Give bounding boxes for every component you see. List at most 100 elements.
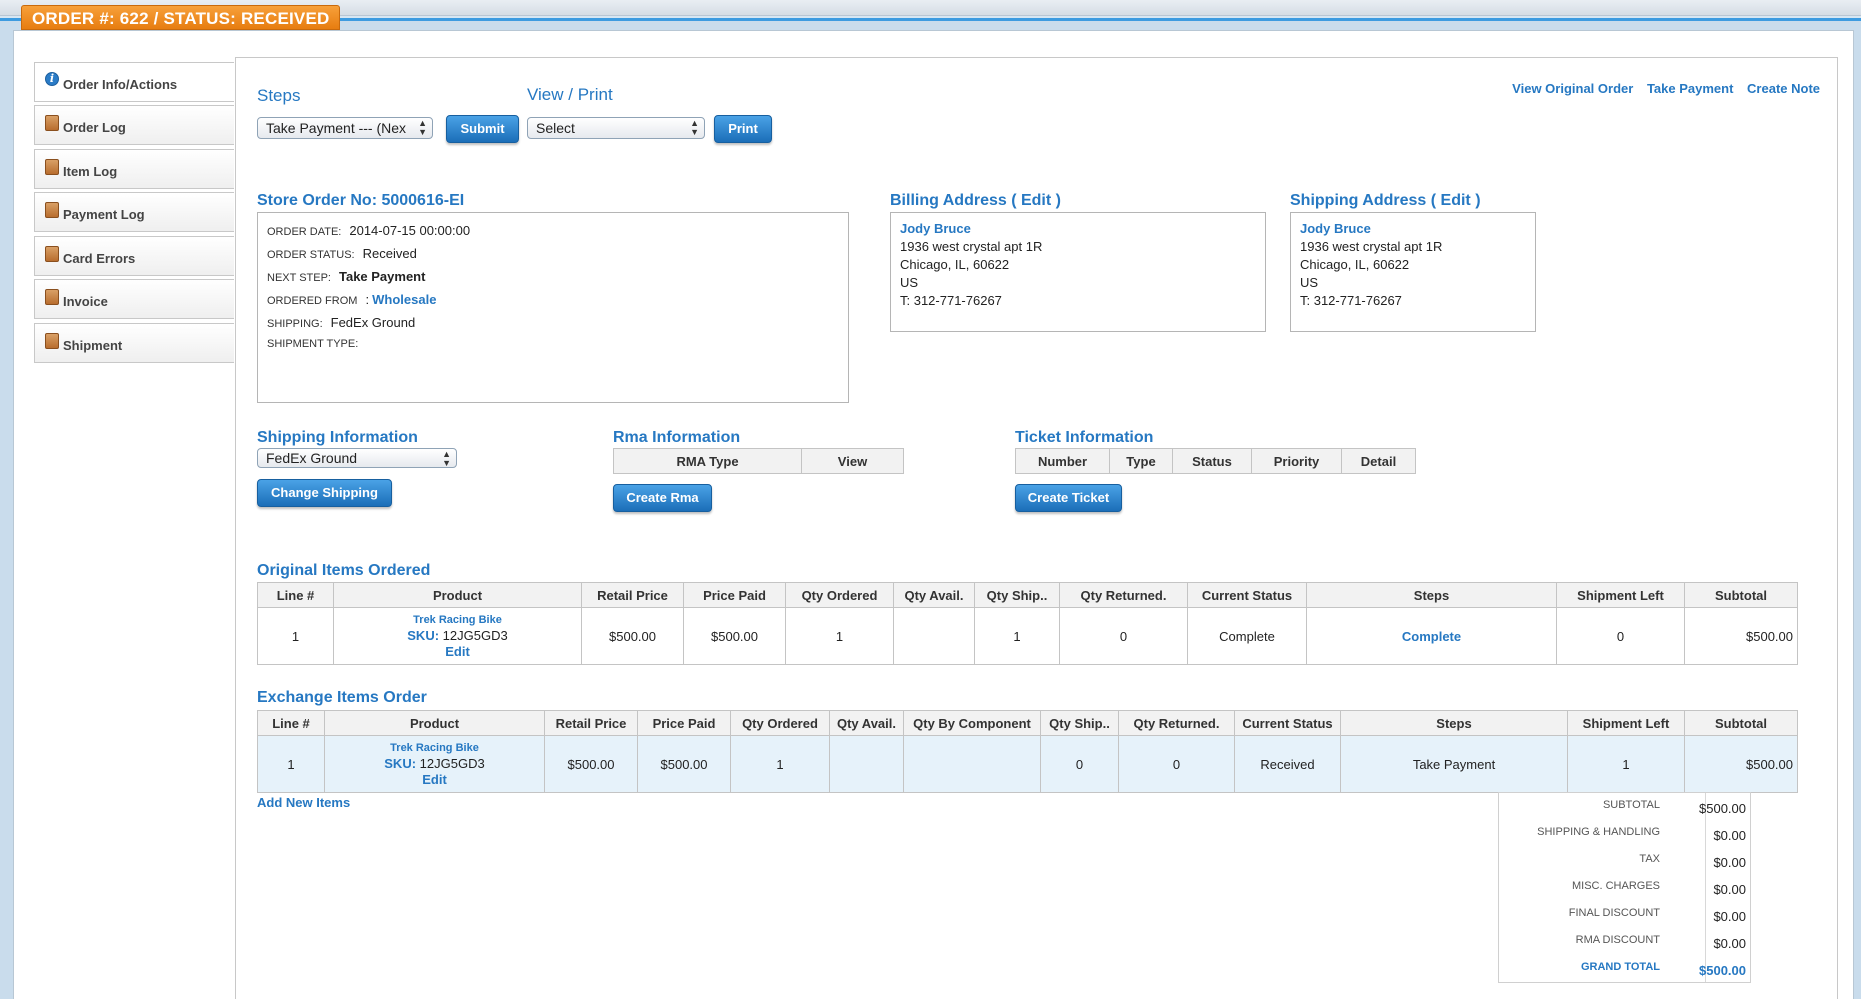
billing-line1: 1936 west crystal apt 1R (900, 239, 1043, 254)
cell-retail-price: $500.00 (581, 607, 684, 665)
cell-price-paid: $500.00 (683, 607, 786, 665)
sidebar-item-shipment[interactable]: Shipment (34, 323, 234, 363)
create-rma-button[interactable]: Create Rma (613, 484, 712, 512)
rma-col-view: View (801, 448, 904, 474)
create-ticket-button[interactable]: Create Ticket (1015, 484, 1122, 512)
cell-steps-link[interactable]: Complete (1306, 607, 1557, 665)
cell-qty-avail (893, 607, 975, 665)
col-retail-price: Retail Price (544, 710, 638, 736)
cell-shipment-left: 1 (1567, 735, 1685, 793)
exchange-items-title: Exchange Items Order (257, 689, 427, 706)
product-edit-link[interactable]: Edit (325, 772, 544, 788)
take-payment-link[interactable]: Take Payment (1647, 81, 1733, 96)
shipping-row: SHIPPING: FedEx Ground (267, 315, 416, 330)
cell-qty-ship: 0 (1040, 735, 1119, 793)
view-original-order-link[interactable]: View Original Order (1512, 81, 1633, 96)
sidebar-item-order-info[interactable]: i Order Info/Actions (34, 62, 234, 102)
ticket-col-type: Type (1109, 448, 1173, 474)
shipping-address-title[interactable]: Shipping Address ( Edit ) (1290, 192, 1481, 210)
store-order-box: ORDER DATE: 2014-07-15 00:00:00 ORDER STA… (257, 212, 849, 403)
sidebar-item-label: Shipment (63, 338, 123, 353)
top-links: View Original Order Take Payment Create … (1502, 81, 1820, 96)
sidebar-item-payment-log[interactable]: Payment Log (34, 192, 234, 232)
sidebar-item-label: Order Log (63, 120, 126, 135)
sidebar-item-item-log[interactable]: Item Log (34, 149, 234, 189)
col-line: Line # (257, 710, 325, 736)
col-qty-returned: Qty Returned. (1118, 710, 1235, 736)
cell-line: 1 (257, 735, 325, 793)
totals-row-rma-discount: RMA DISCOUNT $0.00 (1499, 928, 1750, 955)
book-icon (45, 115, 59, 131)
rma-col-type: RMA Type (613, 448, 802, 474)
col-steps: Steps (1306, 582, 1557, 608)
cell-shipment-left: 0 (1556, 607, 1685, 665)
steps-select-value: Take Payment --- (Nex (266, 120, 407, 136)
billing-address-box: Jody Bruce 1936 west crystal apt 1R Chic… (890, 212, 1266, 332)
col-qty-by-component: Qty By Component (903, 710, 1041, 736)
steps-select[interactable]: Take Payment --- (Nex ▲ ▼ (257, 117, 433, 139)
rma-table: RMA Type View (613, 448, 904, 474)
print-button[interactable]: Print (714, 115, 772, 143)
sidebar-item-label: Payment Log (63, 207, 145, 222)
product-name-link[interactable]: Trek Racing Bike (334, 612, 581, 628)
cell-price-paid: $500.00 (637, 735, 731, 793)
table-row: 1 Trek Racing Bike SKU: 12JG5GD3 Edit $5… (257, 735, 1798, 793)
submit-button[interactable]: Submit (446, 115, 519, 143)
totals-row-tax: TAX $0.00 (1499, 847, 1750, 874)
billing-address-title[interactable]: Billing Address ( Edit ) (890, 192, 1061, 210)
billing-phone: T: 312-771-76267 (900, 293, 1002, 308)
shipping-information-title: Shipping Information (257, 429, 418, 446)
create-note-link[interactable]: Create Note (1747, 81, 1820, 96)
add-new-items-link[interactable]: Add New Items (257, 795, 350, 810)
col-current-status: Current Status (1187, 582, 1307, 608)
product-name-link[interactable]: Trek Racing Bike (325, 740, 544, 756)
ticket-col-status: Status (1172, 448, 1252, 474)
change-shipping-button[interactable]: Change Shipping (257, 479, 392, 507)
ticket-table: Number Type Status Priority Detail (1015, 448, 1416, 474)
ticket-col-number: Number (1015, 448, 1110, 474)
order-status-value: Received (362, 246, 417, 261)
sidebar-item-label: Order Info/Actions (63, 77, 178, 92)
cell-qty-ordered: 1 (730, 735, 830, 793)
cell-product: Trek Racing Bike SKU: 12JG5GD3 Edit (324, 735, 545, 793)
col-qty-avail: Qty Avail. (893, 582, 975, 608)
cell-qty-ship: 1 (974, 607, 1060, 665)
info-icon: i (45, 72, 59, 86)
view-print-select[interactable]: Select ▲ ▼ (527, 117, 705, 139)
ticket-information-title: Ticket Information (1015, 429, 1154, 446)
col-retail-price: Retail Price (581, 582, 684, 608)
original-items-title: Original Items Ordered (257, 562, 431, 579)
totals-row-final-discount: FINAL DISCOUNT $0.00 (1499, 901, 1750, 928)
totals-row-misc: MISC. CHARGES $0.00 (1499, 874, 1750, 901)
sidebar-item-invoice[interactable]: Invoice (34, 279, 234, 319)
col-price-paid: Price Paid (637, 710, 731, 736)
shipping-name-link[interactable]: Jody Bruce (1300, 220, 1442, 238)
totals-row-subtotal: SUBTOTAL $500.00 (1499, 793, 1750, 820)
cell-product: Trek Racing Bike SKU: 12JG5GD3 Edit (333, 607, 582, 665)
cell-subtotal: $500.00 (1684, 607, 1798, 665)
cell-qty-returned: 0 (1059, 607, 1188, 665)
col-product: Product (333, 582, 582, 608)
totals-row-grand-total: GRAND TOTAL $500.00 (1499, 955, 1750, 982)
book-icon (45, 333, 59, 349)
col-steps: Steps (1340, 710, 1568, 736)
cell-qty-avail (829, 735, 904, 793)
sidebar-item-label: Card Errors (63, 251, 136, 266)
order-date-value: 2014-07-15 00:00:00 (349, 223, 471, 238)
shipping-value: FedEx Ground (330, 315, 416, 330)
col-shipment-left: Shipment Left (1567, 710, 1685, 736)
ordered-from-row: ORDERED FROM: Wholesale (267, 292, 437, 307)
original-items-table: Line # Product Retail Price Price Paid Q… (257, 582, 1798, 665)
sidebar-item-card-errors[interactable]: Card Errors (34, 236, 234, 276)
product-edit-link[interactable]: Edit (334, 644, 581, 660)
billing-name-link[interactable]: Jody Bruce (900, 220, 1042, 238)
shipping-address-box: Jody Bruce 1936 west crystal apt 1R Chic… (1290, 212, 1536, 332)
shipping-method-select[interactable]: FedEx Ground ▲ ▼ (257, 448, 457, 468)
select-arrows-icon: ▲ ▼ (442, 449, 451, 468)
select-arrows-icon: ▲ ▼ (418, 118, 427, 137)
cell-qty-by-component (903, 735, 1041, 793)
ordered-from-link[interactable]: Wholesale (372, 292, 436, 307)
cell-line: 1 (257, 607, 334, 665)
book-icon (45, 159, 59, 175)
sidebar-item-order-log[interactable]: Order Log (34, 105, 234, 145)
